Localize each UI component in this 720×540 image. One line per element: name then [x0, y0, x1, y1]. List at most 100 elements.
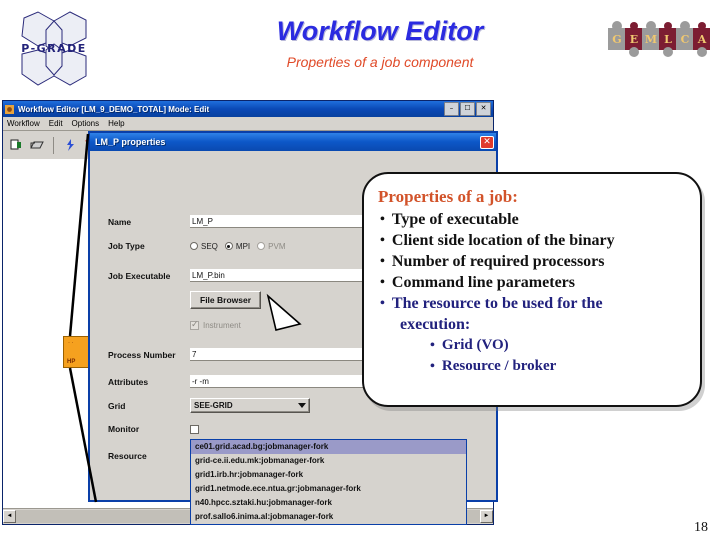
radio-mpi-dot	[224, 242, 233, 250]
callout-heading: Properties of a job:	[378, 187, 518, 206]
resource-option[interactable]: grid1.netmode.ece.ntua.gr:jobmanager-for…	[191, 482, 466, 496]
callout-sub-item: • Grid (VO)	[378, 335, 686, 356]
row-attributes: Attributes -r -m	[108, 375, 368, 388]
resource-option[interactable]: grid-ce.ii.edu.mk:jobmanager-fork	[191, 454, 466, 468]
window-title: Workflow Editor [LM_9_DEMO_TOTAL] Mode: …	[18, 104, 210, 114]
chevron-down-icon	[298, 403, 306, 408]
callout-sub-item-text: Grid (VO)	[441, 337, 509, 353]
callout-item-text: The resource to be used for the	[391, 295, 603, 312]
gemlca-logo: G E M L C A	[604, 14, 714, 70]
job-executable-input[interactable]: LM_P.bin	[190, 269, 368, 282]
gemlca-letter: A	[697, 33, 707, 46]
gemlca-letter: M	[645, 33, 657, 46]
resource-option[interactable]: n40.hpcc.sztaki.hu:jobmanager-fork	[191, 496, 466, 510]
dialog-close-button[interactable]: ✕	[480, 135, 494, 149]
close-button[interactable]: ✕	[476, 102, 491, 116]
row-file-browser: File Browser	[190, 291, 262, 309]
callout-item: • Client side location of the binary	[378, 230, 686, 251]
radio-seq-dot	[190, 242, 198, 250]
instrument-label: Instrument	[203, 321, 241, 330]
row-process-number: Process Number 7	[108, 348, 368, 361]
row-grid: Grid SEE-GRID	[108, 398, 310, 413]
callout-item: • The resource to be used for the	[378, 293, 686, 314]
minimize-button[interactable]: –	[444, 102, 459, 116]
job-type-radio-group: SEQ MPI PVM	[190, 242, 285, 251]
scroll-left-arrow[interactable]: ◄	[3, 510, 16, 523]
toolbar-separator	[53, 136, 54, 154]
monitor-checkbox[interactable]	[190, 424, 199, 434]
job-executable-label: Job Executable	[108, 270, 171, 281]
name-input[interactable]: LM_P	[190, 215, 368, 228]
run-workflow-icon[interactable]	[63, 138, 77, 152]
app-icon	[5, 104, 14, 114]
row-job-type: Job Type SEQ MPI PVM	[108, 241, 285, 251]
menu-edit[interactable]: Edit	[49, 119, 63, 128]
attributes-label: Attributes	[108, 376, 149, 387]
callout-item-text: Client side location of the binary	[391, 232, 615, 249]
menubar: Workflow Edit Options Help	[3, 117, 493, 131]
bullet-icon: •	[430, 359, 435, 374]
row-instrument: Instrument	[190, 319, 241, 330]
callout-item: • Command line parameters	[378, 272, 686, 293]
gemlca-letter: E	[630, 33, 638, 46]
grid-dropdown-value: SEE-GRID	[194, 401, 233, 410]
window-titlebar[interactable]: Workflow Editor [LM_9_DEMO_TOTAL] Mode: …	[3, 101, 493, 117]
instrument-checkbox	[190, 319, 199, 330]
open-workflow-icon[interactable]	[30, 138, 44, 152]
radio-pvm: PVM	[257, 242, 285, 251]
gemlca-letter: G	[612, 33, 621, 46]
slide-header: P-GRADE Workflow Editor Properties of a …	[0, 0, 720, 96]
callout-item: • Number of required processors	[378, 251, 686, 272]
gemlca-letter: L	[664, 33, 672, 46]
callout-sub-item: • Resource / broker	[378, 356, 686, 377]
pgrade-logo-text: P-GRADE	[21, 42, 87, 55]
menu-workflow[interactable]: Workflow	[7, 119, 40, 128]
menu-help[interactable]: Help	[108, 119, 124, 128]
new-workflow-icon[interactable]	[9, 138, 23, 152]
radio-seq-label: SEQ	[201, 241, 218, 251]
monitor-label: Monitor	[108, 424, 140, 434]
job-type-label: Job Type	[108, 241, 145, 251]
radio-seq[interactable]: SEQ	[190, 242, 218, 251]
page-subtitle: Properties of a job component	[286, 54, 474, 70]
workflow-node-label: HP	[67, 359, 76, 365]
page-number: 18	[694, 520, 708, 535]
callout-item-text: Type of executable	[391, 211, 519, 228]
bullet-icon: •	[380, 212, 385, 227]
title-block: Workflow Editor Properties of a job comp…	[180, 14, 580, 72]
process-number-input[interactable]: 7	[190, 348, 368, 361]
radio-pvm-dot	[257, 242, 266, 250]
grid-label: Grid	[108, 400, 126, 411]
file-browser-button[interactable]: File Browser	[190, 291, 262, 309]
bullet-icon: •	[380, 275, 385, 290]
resource-label: Resource	[108, 451, 147, 461]
bullet-icon: •	[380, 233, 385, 248]
dialog-title: LM_P properties	[95, 137, 166, 147]
callout-sub-item-text: Resource / broker	[441, 358, 557, 374]
resource-option[interactable]: grid1.irb.hr:jobmanager-fork	[191, 468, 466, 482]
maximize-button[interactable]: ☐	[460, 102, 475, 116]
page-title: Workflow Editor	[276, 16, 484, 46]
radio-mpi-label: MPI	[235, 241, 251, 251]
name-label: Name	[108, 216, 132, 227]
menu-options[interactable]: Options	[72, 119, 100, 128]
radio-mpi[interactable]: MPI	[224, 241, 251, 251]
scroll-right-arrow[interactable]: ►	[480, 510, 493, 523]
callout-box: Properties of a job: • Type of executabl…	[362, 172, 702, 407]
grid-dropdown[interactable]: SEE-GRID	[190, 398, 310, 413]
attributes-input[interactable]: -r -m	[190, 375, 368, 388]
row-name: Name LM_P	[108, 215, 368, 228]
resource-option[interactable]: prof.sallo6.inima.al:jobmanager-fork	[191, 510, 466, 524]
process-number-label: Process Number	[108, 349, 176, 360]
callout-item-text: Command line parameters	[391, 274, 575, 291]
row-job-executable: Job Executable LM_P.bin	[108, 269, 368, 282]
bullet-icon: •	[430, 338, 435, 353]
dialog-titlebar[interactable]: LM_P properties ✕	[90, 133, 496, 151]
callout-continuation: execution:	[400, 316, 471, 333]
radio-pvm-label: PVM	[268, 241, 286, 251]
pgrade-logo: P-GRADE	[8, 6, 100, 92]
gemlca-letter: C	[681, 33, 690, 46]
row-monitor: Monitor	[108, 424, 199, 434]
resource-option[interactable]: ce01.grid.acad.bg:jobmanager-fork	[191, 440, 466, 454]
resource-dropdown-list[interactable]: ce01.grid.acad.bg:jobmanager-fork grid-c…	[190, 439, 467, 525]
